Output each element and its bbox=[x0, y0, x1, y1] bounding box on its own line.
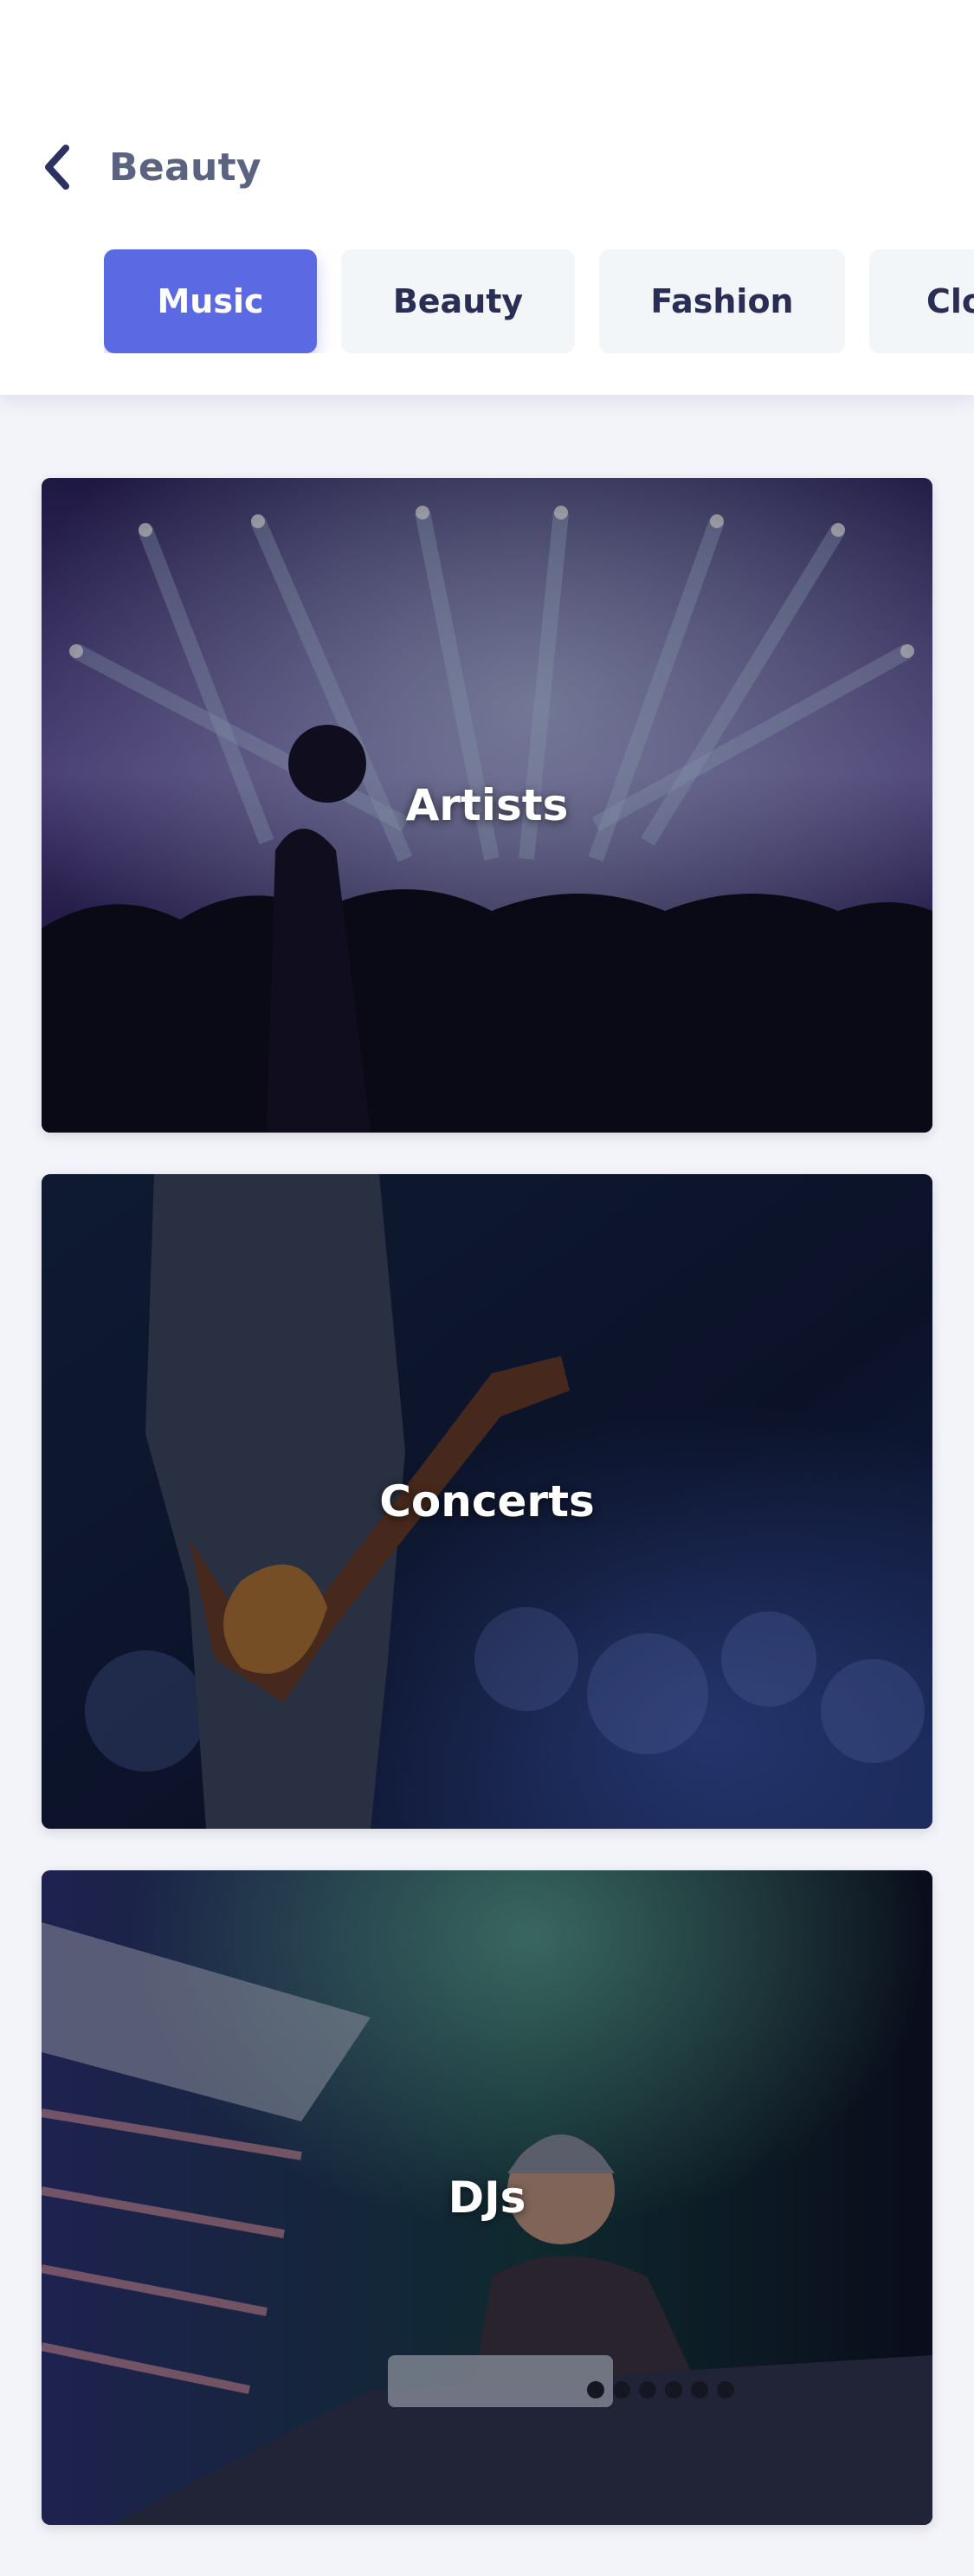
tab-music[interactable]: Music bbox=[104, 249, 317, 353]
category-tabs: Music Beauty Fashion Clo bbox=[104, 249, 974, 353]
tab-beauty[interactable]: Beauty bbox=[341, 249, 575, 353]
back-button[interactable] bbox=[42, 137, 80, 197]
page-title: Beauty bbox=[109, 145, 261, 190]
category-card-concerts[interactable]: Concerts bbox=[42, 1174, 932, 1829]
back-row: Beauty bbox=[42, 137, 261, 197]
card-title-concerts: Concerts bbox=[379, 1476, 595, 1527]
category-card-artists[interactable]: Artists bbox=[42, 478, 932, 1133]
category-card-djs[interactable]: DJs bbox=[42, 1870, 932, 2525]
tab-clothes[interactable]: Clo bbox=[869, 249, 974, 353]
tab-fashion[interactable]: Fashion bbox=[599, 249, 845, 353]
chevron-left-icon bbox=[45, 145, 69, 190]
card-title-djs: DJs bbox=[448, 2172, 526, 2223]
top-header: Beauty Music Beauty Fashion Clo bbox=[0, 0, 974, 395]
card-title-artists: Artists bbox=[405, 780, 569, 830]
